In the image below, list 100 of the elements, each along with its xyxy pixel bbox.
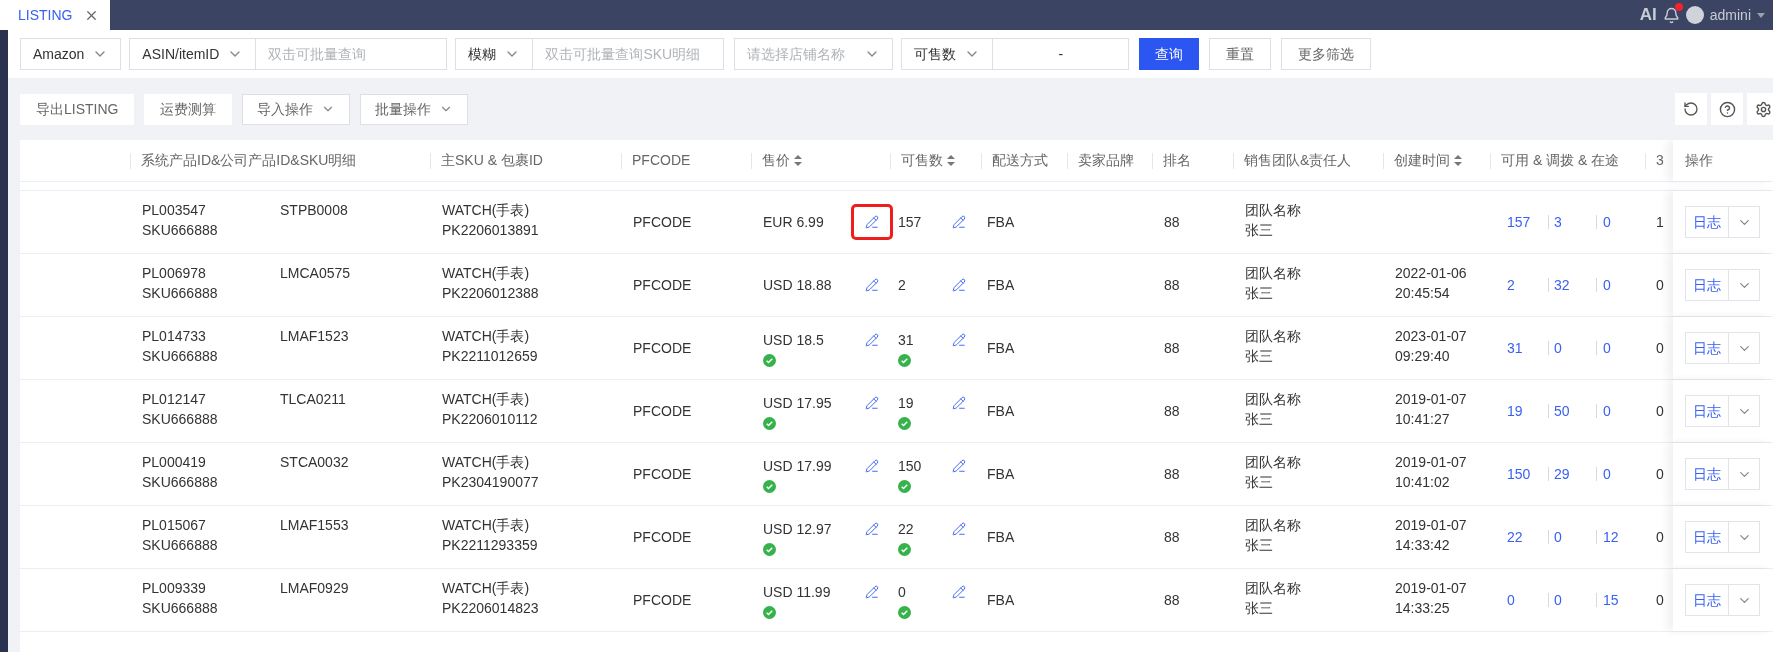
search-field[interactable]: 双击可批量查询SKU明细 bbox=[532, 38, 725, 70]
column-header: 售价 bbox=[761, 151, 790, 170]
in-transit-count[interactable]: 0 bbox=[1597, 401, 1611, 421]
owner-name: 张三 bbox=[1245, 284, 1273, 303]
toolbar-button[interactable]: 导入操作 bbox=[242, 93, 351, 125]
select-dropdown[interactable]: 可售数 bbox=[901, 38, 994, 70]
settings-button[interactable] bbox=[1747, 93, 1773, 125]
notification-button[interactable] bbox=[1662, 6, 1680, 24]
available-count[interactable]: 19 bbox=[1507, 401, 1548, 421]
filter-button[interactable]: 重置 bbox=[1209, 38, 1272, 70]
avatar[interactable] bbox=[1685, 6, 1704, 24]
user-name[interactable]: admini bbox=[1709, 4, 1751, 26]
log-button[interactable]: 日志 bbox=[1685, 332, 1729, 364]
pfcode-text: PFCODE bbox=[633, 402, 692, 421]
team-name: 团队名称 bbox=[1245, 327, 1301, 346]
shipping-method: FBA bbox=[987, 465, 1015, 484]
column-header: 可售数 bbox=[900, 151, 943, 170]
company-product-id: LMAF1553 bbox=[280, 516, 349, 535]
pfcode-text: PFCODE bbox=[633, 339, 692, 358]
transfer-count[interactable]: 32 bbox=[1549, 275, 1596, 295]
range-field[interactable]: - bbox=[992, 38, 1130, 70]
available-count[interactable]: 150 bbox=[1507, 464, 1548, 484]
product-id: PL009339 bbox=[142, 579, 207, 598]
product-id: PL000419 bbox=[142, 453, 207, 472]
transfer-count[interactable]: 0 bbox=[1549, 527, 1596, 547]
sku-text: SKU666888 bbox=[142, 347, 219, 366]
main-sku: WATCH(手表) bbox=[442, 327, 530, 346]
log-button[interactable]: 日志 bbox=[1685, 521, 1729, 553]
select-dropdown[interactable]: Amazon bbox=[20, 38, 122, 70]
log-button[interactable]: 日志 bbox=[1685, 269, 1729, 301]
rank-text: 88 bbox=[1164, 465, 1180, 484]
company-product-id: TLCA0211 bbox=[280, 390, 346, 409]
product-id: PL014733 bbox=[142, 327, 207, 346]
column-header: 可用 & 调拨 & 在途 bbox=[1500, 151, 1620, 170]
column-header: 排名 bbox=[1162, 151, 1191, 170]
created-date: 2022-01-06 bbox=[1395, 264, 1467, 283]
price-text: USD 12.97 bbox=[763, 519, 832, 539]
pfcode-text: PFCODE bbox=[633, 528, 692, 547]
toolbar-button[interactable]: 批量操作 bbox=[360, 93, 469, 125]
available-count[interactable]: 157 bbox=[1507, 212, 1548, 232]
rank-text: 88 bbox=[1164, 528, 1180, 547]
in-transit-count[interactable]: 0 bbox=[1597, 212, 1611, 232]
package-id: PK2206012388 bbox=[442, 284, 539, 303]
available-count[interactable]: 2 bbox=[1507, 275, 1548, 295]
shipping-method: FBA bbox=[987, 276, 1015, 295]
page-tab[interactable]: LISTING bbox=[0, 0, 110, 30]
select-dropdown[interactable]: ASIN/itemID bbox=[129, 38, 257, 70]
created-time: 10:41:02 bbox=[1395, 473, 1450, 492]
created-time: 20:45:54 bbox=[1395, 284, 1450, 303]
sort-icon[interactable] bbox=[794, 155, 802, 166]
in-transit-count[interactable]: 12 bbox=[1597, 527, 1619, 547]
in-transit-count[interactable]: 0 bbox=[1597, 338, 1611, 358]
transfer-count[interactable]: 0 bbox=[1549, 590, 1596, 610]
ai-label[interactable]: AI bbox=[1639, 2, 1657, 28]
available-count[interactable]: 0 bbox=[1507, 590, 1548, 610]
created-time: 14:33:25 bbox=[1395, 599, 1450, 618]
sku-text: SKU666888 bbox=[142, 284, 219, 303]
pfcode-text: PFCODE bbox=[633, 213, 692, 232]
column-header: 主SKU & 包裹ID bbox=[440, 151, 543, 170]
owner-name: 张三 bbox=[1245, 221, 1273, 240]
product-id: PL003547 bbox=[142, 201, 207, 220]
toolbar-button[interactable]: 导出LISTING bbox=[20, 93, 135, 125]
transfer-count[interactable]: 29 bbox=[1549, 464, 1596, 484]
filter-button[interactable]: 更多筛选 bbox=[1281, 38, 1372, 70]
log-button[interactable]: 日志 bbox=[1685, 584, 1729, 616]
available-count[interactable]: 31 bbox=[1507, 338, 1548, 358]
edit-button[interactable] bbox=[851, 204, 893, 240]
rank-text: 88 bbox=[1164, 339, 1180, 358]
in-transit-count[interactable]: 15 bbox=[1597, 590, 1619, 610]
sort-icon[interactable] bbox=[1454, 155, 1462, 166]
main-sku: WATCH(手表) bbox=[442, 201, 530, 220]
transfer-count[interactable]: 3 bbox=[1549, 212, 1596, 232]
refresh-button[interactable] bbox=[1675, 93, 1707, 125]
pencil-icon bbox=[865, 521, 879, 536]
filter-button[interactable]: 查询 bbox=[1139, 38, 1200, 70]
help-button[interactable] bbox=[1711, 93, 1743, 125]
in-transit-count[interactable]: 0 bbox=[1597, 275, 1611, 295]
settings-icon bbox=[1754, 100, 1772, 118]
owner-name: 张三 bbox=[1245, 410, 1273, 429]
log-button[interactable]: 日志 bbox=[1685, 395, 1729, 427]
pencil-icon bbox=[952, 521, 966, 536]
log-button[interactable]: 日志 bbox=[1685, 458, 1729, 490]
column-header: 销售团队&责任人 bbox=[1243, 151, 1352, 170]
transfer-count[interactable]: 0 bbox=[1549, 338, 1596, 358]
check-circle-icon bbox=[898, 605, 911, 619]
toolbar-button[interactable]: 运费测算 bbox=[144, 93, 233, 125]
in-transit-count[interactable]: 0 bbox=[1597, 464, 1611, 484]
company-product-id: LMAF1523 bbox=[280, 327, 349, 346]
main-sku: WATCH(手表) bbox=[442, 390, 530, 409]
rank-text: 88 bbox=[1164, 276, 1180, 295]
search-field[interactable]: 双击可批量查询 bbox=[255, 38, 448, 70]
available-count[interactable]: 22 bbox=[1507, 527, 1548, 547]
log-button[interactable]: 日志 bbox=[1685, 206, 1729, 238]
check-circle-icon bbox=[763, 542, 776, 556]
sku-text: SKU666888 bbox=[142, 473, 219, 492]
select-dropdown[interactable]: 模糊 bbox=[455, 38, 534, 70]
table-cell-text: 0 bbox=[1656, 465, 1664, 484]
transfer-count[interactable]: 50 bbox=[1549, 401, 1596, 421]
sort-icon[interactable] bbox=[947, 155, 955, 166]
table-cell-text: 0 bbox=[1656, 591, 1664, 610]
